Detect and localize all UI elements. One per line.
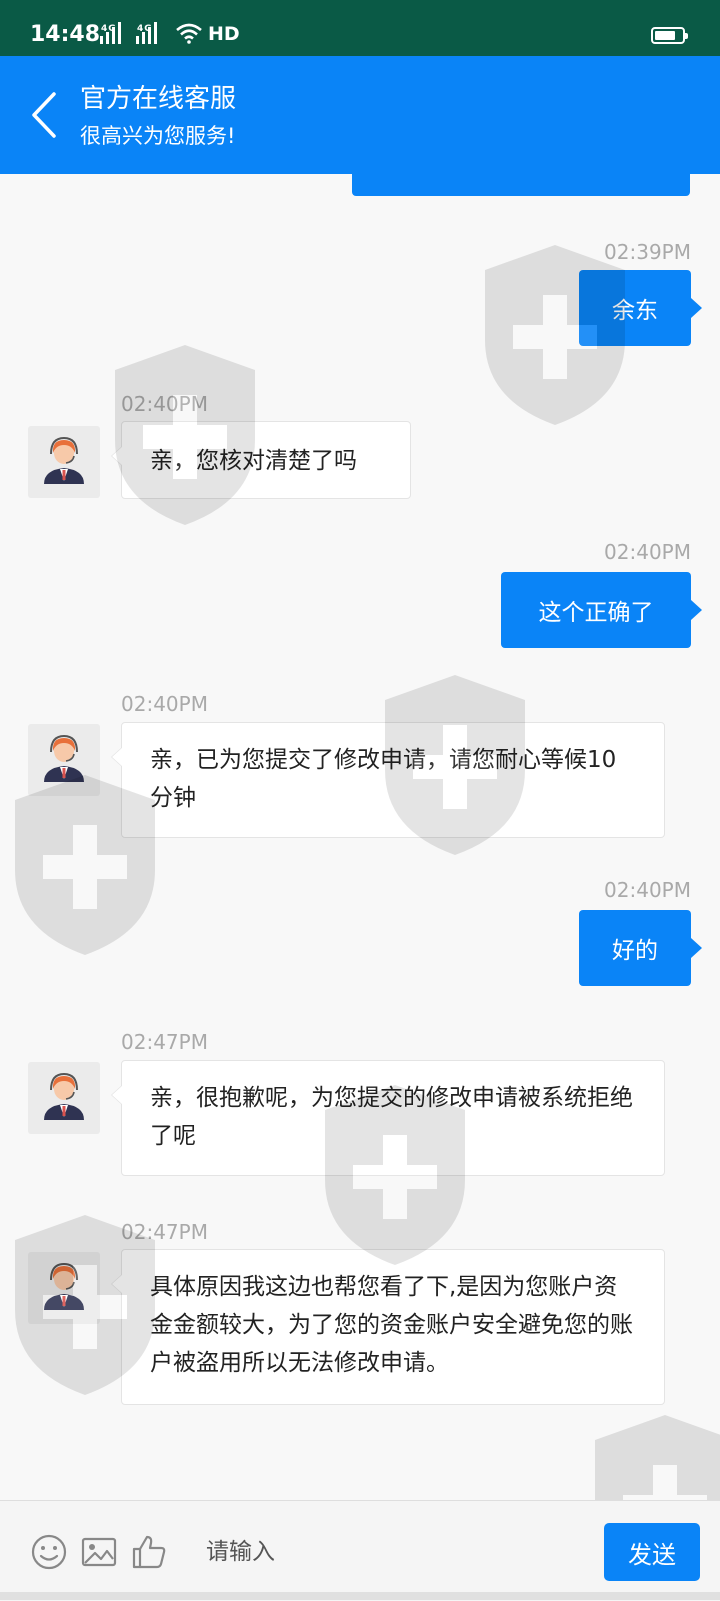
message-time: 02:47PM [121, 1220, 208, 1244]
thumbs-up-icon[interactable] [130, 1533, 168, 1571]
message-list[interactable]: 02:39PM 余东 02:40PM 亲，您核对清楚了吗 02:40PM 这个正… [0, 174, 720, 1500]
message-time: 02:40PM [604, 540, 691, 564]
agent-avatar-icon [44, 1262, 84, 1310]
previous-message-bubble [352, 174, 690, 196]
input-bar: 发送 [0, 1500, 720, 1601]
status-time: 14:48 [30, 22, 101, 47]
message-text: 亲，很抱歉呢，为您提交的修改申请被系统拒绝了呢 [150, 1085, 633, 1149]
message-text: 具体原因我这边也帮您看了下,是因为您账户资金金额较大，为了您的资金账户安全避免您… [150, 1274, 633, 1376]
agent-avatar-icon [44, 734, 84, 782]
hd-label: HD [208, 23, 240, 45]
image-icon[interactable] [80, 1533, 118, 1571]
message-text: 亲，您核对清楚了吗 [150, 448, 357, 474]
status-bar: 14:48 4G 4G HD [0, 0, 720, 56]
agent-avatar-icon [44, 1072, 84, 1120]
message-text: 余东 [612, 298, 658, 324]
agent-avatar [28, 1062, 100, 1134]
signal-icon [100, 22, 128, 44]
battery-icon [651, 27, 688, 44]
signal-icon-2 [136, 22, 164, 44]
agent-avatar [28, 1252, 100, 1324]
message-text: 这个正确了 [538, 600, 654, 626]
message-input[interactable] [186, 1521, 578, 1583]
agent-avatar [28, 724, 100, 796]
message-text: 好的 [612, 938, 658, 964]
header-title: 官方在线客服 [80, 84, 237, 114]
message-time: 02:47PM [121, 1030, 208, 1054]
emoji-icon[interactable] [30, 1533, 68, 1571]
message-time: 02:40PM [121, 692, 208, 716]
navigation-hint-bar [0, 1592, 720, 1600]
header-subtitle: 很高兴为您服务! [80, 124, 236, 148]
message-text: 亲，已为您提交了修改申请，请您耐心等候10分钟 [150, 747, 617, 811]
wifi-icon [176, 23, 202, 44]
agent-avatar-icon [44, 436, 84, 484]
received-message-bubble[interactable]: 亲，您核对清楚了吗 [111, 421, 411, 499]
received-message-bubble[interactable]: 具体原因我这边也帮您看了下,是因为您账户资金金额较大，为了您的资金账户安全避免您… [111, 1249, 665, 1405]
chat-header: 官方在线客服 很高兴为您服务! [0, 56, 720, 174]
sent-message-bubble[interactable]: 好的 [579, 910, 702, 986]
sent-message-bubble[interactable]: 余东 [579, 270, 702, 346]
send-button[interactable]: 发送 [604, 1523, 700, 1581]
received-message-bubble[interactable]: 亲，已为您提交了修改申请，请您耐心等候10分钟 [111, 722, 665, 838]
agent-avatar [28, 426, 100, 498]
message-time: 02:40PM [604, 878, 691, 902]
message-time: 02:40PM [121, 392, 208, 416]
back-arrow-icon[interactable] [26, 90, 70, 140]
message-time: 02:39PM [604, 240, 691, 264]
received-message-bubble[interactable]: 亲，很抱歉呢，为您提交的修改申请被系统拒绝了呢 [111, 1060, 665, 1176]
sent-message-bubble[interactable]: 这个正确了 [501, 572, 702, 648]
